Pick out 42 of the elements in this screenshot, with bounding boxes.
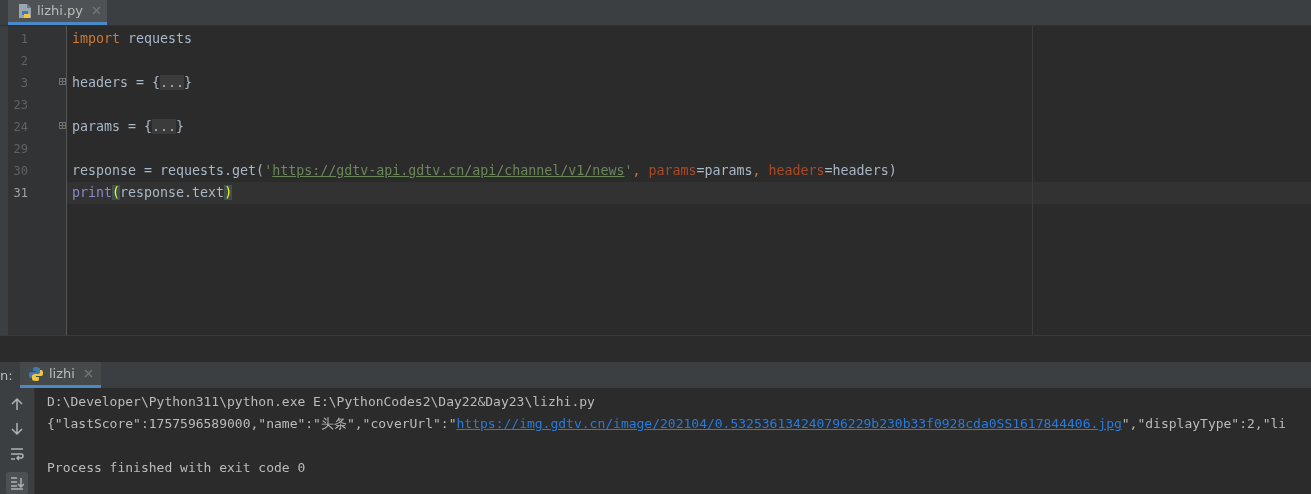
soft-wrap-icon[interactable] bbox=[10, 447, 24, 461]
close-icon[interactable] bbox=[83, 369, 93, 378]
scroll-to-end-icon bbox=[10, 476, 24, 490]
file-tab[interactable]: lizhi.py bbox=[8, 0, 107, 25]
python-file-icon bbox=[18, 2, 32, 19]
output-text: D:\Developer\Python311\python.exe E:\PythonCodes2\Day22&Day23\lizhi.py bbox=[47, 394, 595, 409]
scroll-to-end-button[interactable] bbox=[6, 472, 28, 494]
code-text: response.text bbox=[120, 184, 225, 200]
parameter-text: params bbox=[648, 162, 697, 178]
code-text: } bbox=[176, 118, 185, 134]
matched-paren: ( bbox=[112, 184, 121, 200]
output-text: ","displayType":2,"li bbox=[1121, 416, 1287, 431]
code-text: } bbox=[184, 74, 193, 90]
folded-code[interactable]: ... bbox=[152, 118, 177, 134]
parameter-text: headers bbox=[768, 162, 825, 178]
line-number: 31 bbox=[12, 185, 28, 200]
keyword-text: , bbox=[632, 162, 642, 178]
keyword-text: import bbox=[72, 30, 121, 46]
panel-label: n: bbox=[0, 367, 14, 383]
code-text: requests bbox=[127, 30, 193, 46]
string-text: ' bbox=[264, 162, 273, 178]
expand-fold-icon[interactable] bbox=[59, 121, 66, 129]
run-tab[interactable]: lizhi bbox=[20, 362, 101, 388]
builtin-text: print bbox=[72, 184, 113, 200]
url-link[interactable]: https://gdtv-api.gdtv.cn/api/channel/v1/news bbox=[272, 162, 625, 178]
up-arrow-icon[interactable] bbox=[10, 397, 24, 411]
matched-paren: ) bbox=[224, 184, 233, 200]
python-icon bbox=[28, 365, 44, 382]
code-text: response = requests.get( bbox=[72, 162, 265, 178]
code-text: =headers) bbox=[824, 162, 897, 178]
url-link[interactable]: https://img.gdtv.cn/image/202104/0.532536134240796229b230b33f0928cda0SS1617844406.jpg bbox=[456, 416, 1122, 431]
folded-code[interactable]: ... bbox=[160, 74, 185, 90]
code-text: headers = { bbox=[72, 74, 161, 90]
expand-fold-icon[interactable] bbox=[59, 77, 66, 85]
output-text: Process finished with exit code 0 bbox=[47, 460, 306, 475]
down-arrow-icon[interactable] bbox=[10, 422, 24, 436]
output-text: {"lastScore":1757596589000,"name":"头条","coverUrl":" bbox=[47, 416, 457, 431]
keyword-text: , bbox=[752, 162, 762, 178]
code-text: =params bbox=[696, 162, 753, 178]
string-text: ' bbox=[624, 162, 633, 178]
close-icon[interactable] bbox=[92, 6, 101, 16]
code-text: params = { bbox=[72, 118, 153, 134]
